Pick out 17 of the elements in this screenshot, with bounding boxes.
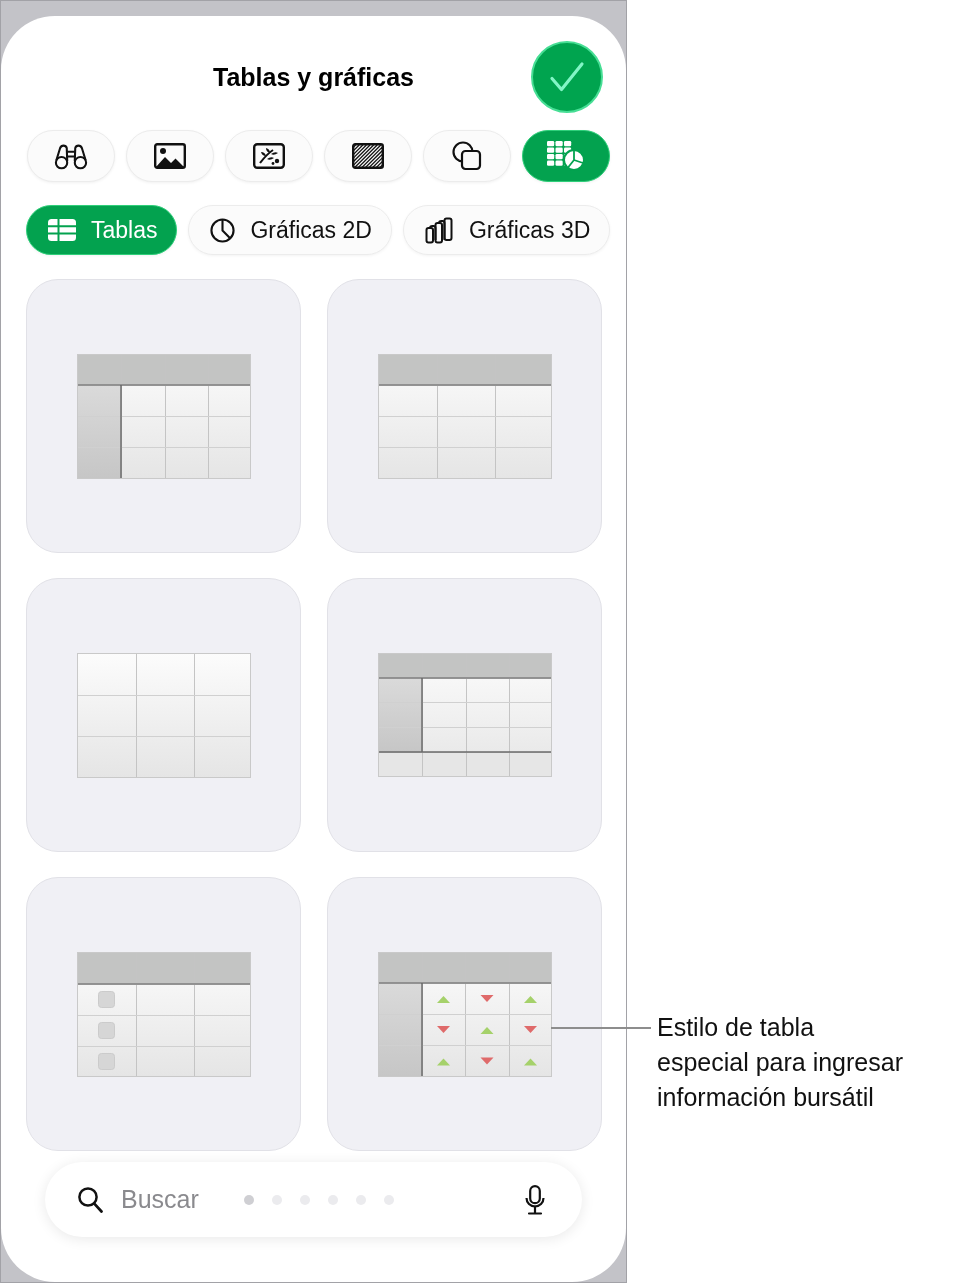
bar-chart-icon [424,216,454,244]
search-field[interactable]: Buscar [121,1182,236,1217]
segment-tab[interactable]: Gráficas 2D [188,205,392,255]
table-icon [48,219,76,241]
segment-tab[interactable]: Gráficas 3D [402,205,611,255]
shapes-icon [452,141,482,171]
table-chart-icon [547,141,585,171]
picture-icon [154,143,186,169]
checkmark-icon [549,61,585,93]
callout-text: Estilo de tabla especial para ingresar información bursátil [657,1012,904,1113]
leaf-picture-icon [253,143,285,169]
pie-chart-icon [210,217,236,243]
microphone-icon[interactable] [525,1184,545,1215]
hatched-rectangle-icon [352,143,384,169]
panel-title: Tablas y gráficas [213,62,414,92]
search-icon [78,1186,103,1213]
binoculars-icon [54,142,88,170]
